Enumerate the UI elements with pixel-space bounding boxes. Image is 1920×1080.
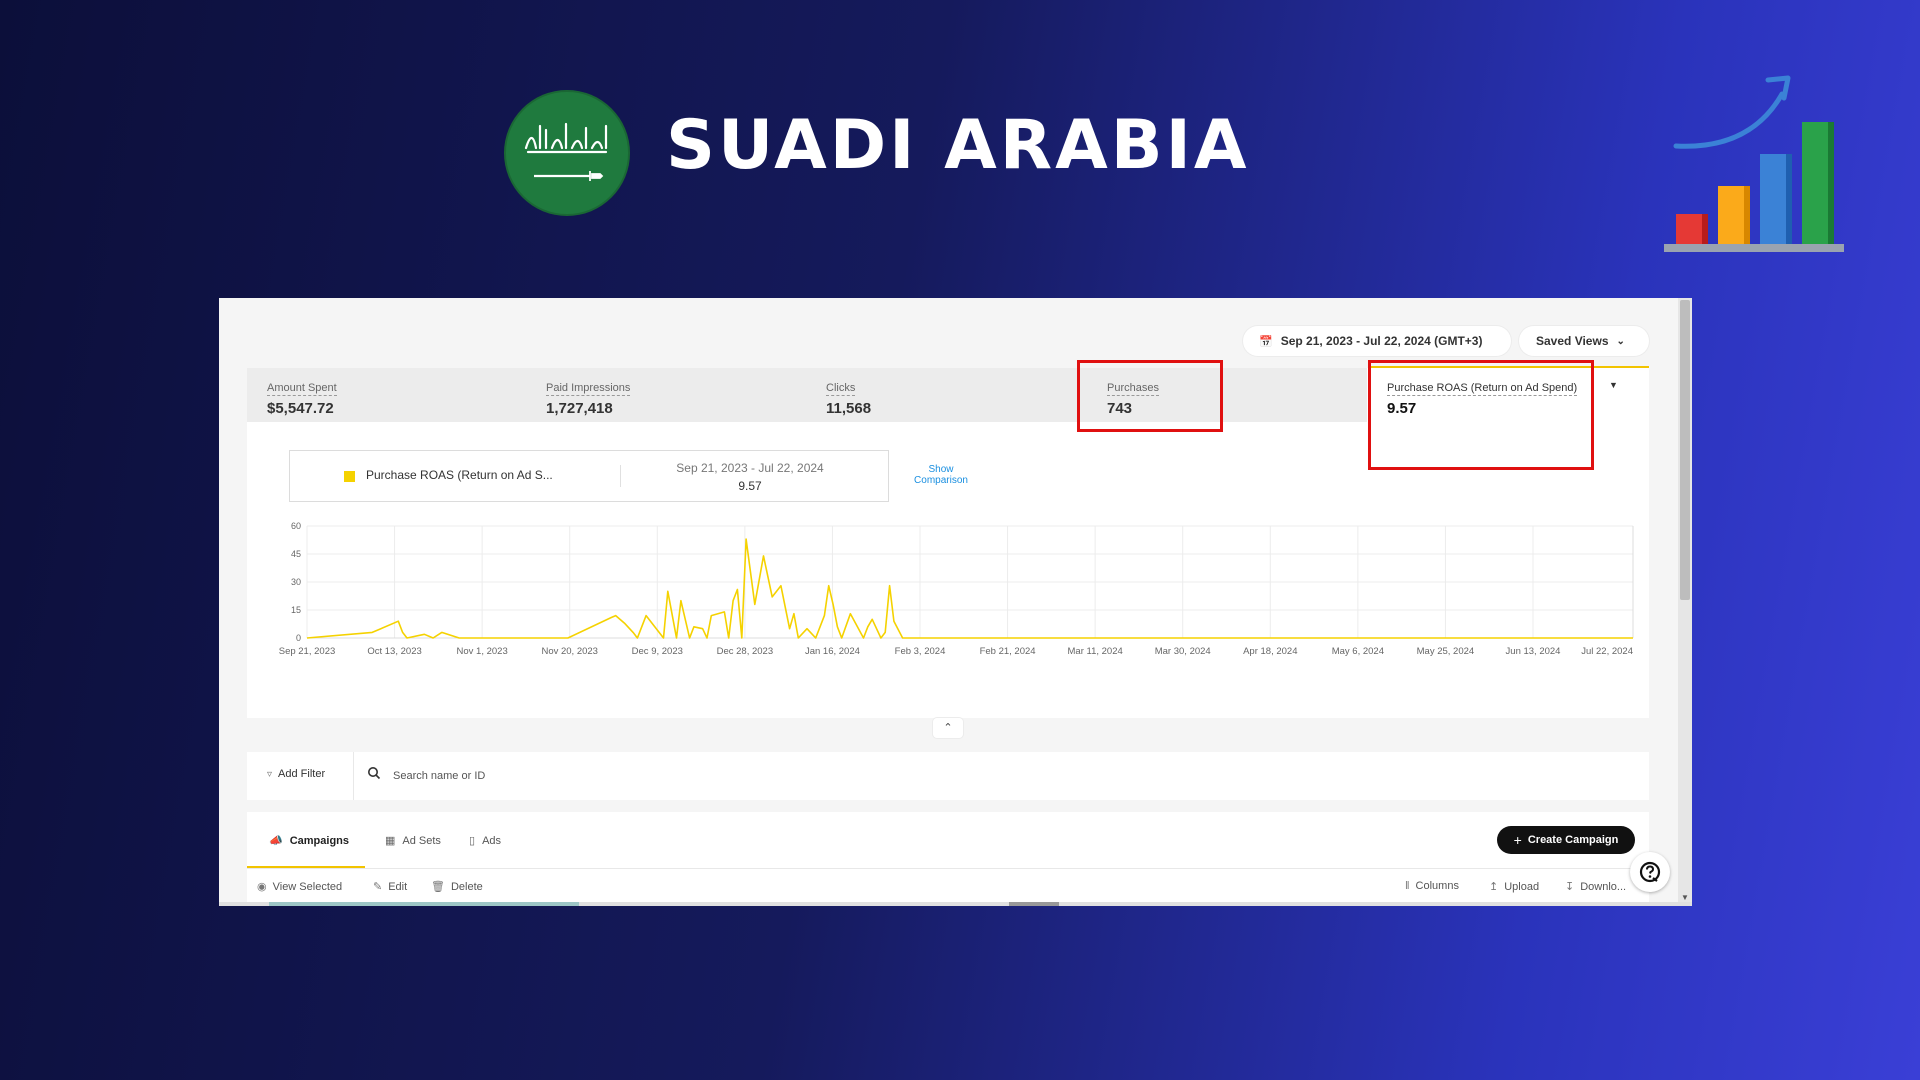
scrollbar-thumb[interactable]	[1680, 300, 1690, 600]
plus-icon: +	[1513, 832, 1522, 848]
tabs-bar: 📣 Campaigns ▦ Ad Sets ▯ Ads + Create Cam…	[247, 812, 1649, 906]
tab-label: Campaigns	[289, 834, 349, 847]
x-tick-label: Mar 30, 2024	[1155, 646, 1211, 657]
scrollbar-track-highlight	[269, 902, 579, 906]
trash-icon: 🗑	[431, 881, 445, 893]
legend-value: 9.57	[738, 479, 762, 493]
x-tick-label: May 6, 2024	[1332, 646, 1384, 657]
megaphone-icon: 📣	[269, 835, 283, 847]
download-button[interactable]: ↧ Downlo...	[1565, 880, 1627, 894]
calendar-icon: 📅	[1259, 335, 1273, 348]
metric-label: Amount Spent	[267, 382, 337, 396]
date-range-picker[interactable]: 📅 Sep 21, 2023 - Jul 22, 2024 (GMT+3)	[1243, 326, 1511, 356]
legend-swatch	[344, 471, 355, 482]
tab-ads[interactable]: ▯ Ads	[469, 834, 502, 848]
create-campaign-label: Create Campaign	[1527, 834, 1619, 846]
upload-label: Upload	[1504, 880, 1540, 893]
page-title: SUADI ARABIA	[666, 106, 1250, 185]
saved-views-label: Saved Views	[1536, 334, 1609, 348]
x-tick-label: May 25, 2024	[1417, 646, 1475, 657]
metric-label: Clicks	[826, 382, 856, 396]
help-button[interactable]	[1630, 852, 1670, 892]
metric-value: 11,568	[826, 400, 872, 417]
y-tick-label: 45	[291, 549, 301, 559]
date-range-label: Sep 21, 2023 - Jul 22, 2024 (GMT+3)	[1280, 334, 1483, 348]
divider	[353, 752, 354, 800]
chevron-down-icon: ⌄	[1616, 335, 1625, 347]
add-filter-label: Add Filter	[278, 768, 326, 780]
x-tick-label: Sep 21, 2023	[279, 646, 336, 657]
view-selected-label: View Selected	[272, 880, 343, 893]
y-tick-label: 15	[291, 605, 301, 615]
bar-chart-growth-icon	[1664, 75, 1844, 252]
chart-legend: Purchase ROAS (Return on Ad S... Sep 21,…	[289, 450, 889, 502]
divider	[620, 465, 621, 487]
download-icon: ↧	[1565, 881, 1575, 893]
x-tick-label: Jun 13, 2024	[1506, 646, 1561, 657]
columns-button[interactable]: ‖ Columns	[1405, 880, 1459, 892]
x-tick-label: Dec 28, 2023	[717, 646, 774, 657]
roas-line-chart: 0 15 30 45 60 Sep 21, 2023 Oct 13, 2023 Nov 1, …	[279, 521, 1634, 657]
legend-date-range: Sep 21, 2023 - Jul 22, 2024	[676, 461, 824, 475]
x-tick-label: Feb 3, 2024	[895, 646, 946, 657]
filter-icon: ▿	[267, 769, 273, 780]
filter-bar: ▿ Add Filter	[247, 752, 1649, 800]
download-label: Downlo...	[1580, 880, 1627, 893]
search-icon	[368, 767, 381, 780]
saudi-flag-icon	[504, 90, 630, 216]
columns-label: Columns	[1415, 880, 1459, 892]
scrollbar-thumb[interactable]	[1009, 902, 1059, 906]
scroll-down-icon[interactable]: ▼	[1681, 893, 1689, 902]
view-selected-button[interactable]: ◉ View Selected	[257, 880, 343, 894]
tab-campaigns[interactable]: 📣 Campaigns	[269, 834, 349, 848]
y-tick-label: 30	[291, 577, 301, 587]
legend-series-name: Purchase ROAS (Return on Ad S...	[366, 468, 553, 482]
upload-icon: ↥	[1489, 881, 1499, 893]
edit-button[interactable]: ✎ Edit	[373, 880, 408, 894]
purchases-highlight-box	[1077, 360, 1223, 432]
x-tick-label: Nov 1, 2023	[457, 646, 508, 657]
delete-button[interactable]: 🗑 Delete	[431, 880, 483, 894]
tab-label: Ad Sets	[402, 834, 441, 847]
divider	[247, 868, 1649, 869]
metric-value: $5,547.72	[267, 400, 334, 417]
metric-clicks[interactable]: Clicks 11,568	[826, 378, 871, 417]
x-tick-label: Jul 22, 2024	[1581, 646, 1633, 657]
x-tick-label: Nov 20, 2023	[541, 646, 598, 657]
question-mark-icon	[1639, 861, 1661, 883]
x-tick-label: Feb 21, 2024	[980, 646, 1036, 657]
add-filter-button[interactable]: ▿ Add Filter	[267, 768, 325, 780]
eye-icon: ◉	[257, 881, 267, 893]
delete-label: Delete	[450, 880, 483, 893]
metric-value: 1,727,418	[546, 400, 613, 417]
upload-button[interactable]: ↥ Upload	[1489, 880, 1540, 894]
roas-highlight-box	[1368, 360, 1594, 470]
edit-label: Edit	[388, 880, 408, 893]
columns-icon: ‖	[1405, 880, 1410, 892]
saved-views-dropdown[interactable]: Saved Views ⌄	[1519, 326, 1649, 356]
x-tick-label: Oct 13, 2023	[367, 646, 421, 657]
create-campaign-button[interactable]: + Create Campaign	[1497, 826, 1635, 854]
horizontal-scrollbar[interactable]	[219, 902, 1692, 906]
show-comparison-link[interactable]: Show Comparison	[901, 464, 981, 486]
vertical-scrollbar[interactable]: ▼	[1678, 298, 1692, 906]
caret-down-icon[interactable]: ▼	[1609, 380, 1618, 390]
y-tick-label: 60	[291, 521, 301, 531]
y-tick-label: 0	[296, 633, 301, 643]
x-tick-label: Jan 16, 2024	[805, 646, 860, 657]
tab-label: Ads	[482, 834, 502, 847]
metric-amount-spent[interactable]: Amount Spent $5,547.72	[267, 378, 337, 417]
search-input[interactable]	[391, 764, 995, 788]
x-tick-label: Apr 18, 2024	[1243, 646, 1297, 657]
collapse-chart-button[interactable]: ⌃	[933, 718, 963, 738]
metric-paid-impressions[interactable]: Paid Impressions 1,727,418	[546, 378, 631, 417]
x-tick-label: Mar 11, 2024	[1068, 646, 1123, 657]
x-tick-label: Dec 9, 2023	[632, 646, 683, 657]
metric-label: Paid Impressions	[546, 382, 631, 396]
tab-ad-sets[interactable]: ▦ Ad Sets	[385, 834, 441, 848]
ad-icon: ▯	[469, 835, 476, 847]
grid-icon: ▦	[385, 835, 396, 847]
pencil-icon: ✎	[373, 881, 383, 893]
